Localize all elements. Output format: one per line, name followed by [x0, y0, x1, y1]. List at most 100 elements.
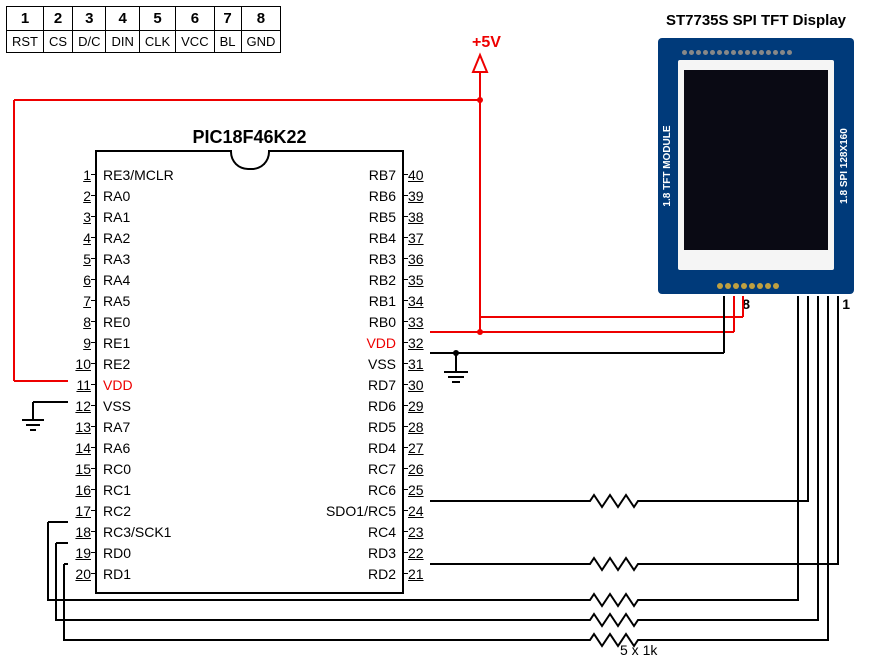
- pin-table-num: 3: [73, 7, 106, 31]
- pin-table-label: RST: [7, 31, 44, 53]
- pin-label: RB1: [363, 293, 402, 309]
- chip-notch: [230, 150, 270, 170]
- pin-label: RA5: [97, 293, 136, 309]
- chip-pin-left: 11VDD: [67, 374, 139, 395]
- chip-pin-left: 20 RD1: [67, 563, 137, 584]
- display-pin-8: 8: [742, 296, 750, 312]
- pin-label: RC3/SCK1: [97, 524, 177, 540]
- pin-label: RD5: [362, 419, 402, 435]
- pin-label: RA3: [97, 251, 136, 267]
- pin-number: 6: [67, 272, 91, 288]
- chip-pin-right: RB134: [363, 290, 432, 311]
- pin-number: 10: [67, 356, 91, 372]
- pin-label: RC0: [97, 461, 137, 477]
- pin-table-num: 4: [106, 7, 139, 31]
- pin-number: 13: [67, 419, 91, 435]
- pin-label: RD1: [97, 566, 137, 582]
- chip-title: PIC18F46K22: [192, 127, 306, 148]
- resistor-note: 5 x 1k: [620, 642, 657, 658]
- pin-label: RB3: [363, 251, 402, 267]
- pin-number: 33: [408, 314, 432, 330]
- pin-label: RE0: [97, 314, 136, 330]
- pin-label: RB2: [363, 272, 402, 288]
- chip-pin-left: 9RE1: [67, 332, 136, 353]
- pin-label: RC6: [362, 482, 402, 498]
- pin-number: 19: [67, 545, 91, 561]
- pin-number: 20: [67, 566, 91, 582]
- pin-table-label: DIN: [106, 31, 139, 53]
- pin-number: 18: [67, 524, 91, 540]
- pin-number: 39: [408, 188, 432, 204]
- pin-number: 5: [67, 251, 91, 267]
- chip-pin-left: 3RA1: [67, 206, 136, 227]
- chip-pin-right: RB538: [363, 206, 432, 227]
- pin-table-num: 1: [7, 7, 44, 31]
- chip-pin-right: RD528: [362, 416, 432, 437]
- pin-label: RD4: [362, 440, 402, 456]
- pin-label: RD3: [362, 545, 402, 561]
- pin-label: RC7: [362, 461, 402, 477]
- pin-number: 1: [67, 167, 91, 183]
- chip-pin-left: 19 RD0: [67, 542, 137, 563]
- pin-label: RC2: [97, 503, 137, 519]
- pin-label: RB5: [363, 209, 402, 225]
- pin-label: VDD: [360, 335, 402, 351]
- pin-table: 12345678 RSTCSD/CDINCLKVCCBLGND: [6, 6, 281, 53]
- chip-pin-right: RD629: [362, 395, 432, 416]
- pin-label: RC4: [362, 524, 402, 540]
- pin-number: 8: [67, 314, 91, 330]
- chip-pin-left: 12VSS: [67, 395, 137, 416]
- pin-number: 31: [408, 356, 432, 372]
- chip-pin-right: RB235: [363, 269, 432, 290]
- pin-number: 15: [67, 461, 91, 477]
- pin-label: RE2: [97, 356, 136, 372]
- pin-label: RB4: [363, 230, 402, 246]
- pin-number: 37: [408, 230, 432, 246]
- display-bezel: [678, 60, 834, 270]
- pin-number: 24: [408, 503, 432, 519]
- voltage-label: +5V: [472, 34, 501, 52]
- pin-number: 17: [67, 503, 91, 519]
- chip-pin-right: RB336: [363, 248, 432, 269]
- pin-label: RA0: [97, 188, 136, 204]
- pin-table-num: 5: [139, 7, 175, 31]
- pin-number: 16: [67, 482, 91, 498]
- pin-label: RA4: [97, 272, 136, 288]
- pin-number: 23: [408, 524, 432, 540]
- pin-table-num: 2: [44, 7, 73, 31]
- pin-label: RD0: [97, 545, 137, 561]
- pin-number: 25: [408, 482, 432, 498]
- pin-number: 2: [67, 188, 91, 204]
- pin-number: 4: [67, 230, 91, 246]
- pin-label: RA1: [97, 209, 136, 225]
- pin-table-label: VCC: [176, 31, 214, 53]
- pin-table-label: BL: [214, 31, 241, 53]
- chip-pin-left: 14RA6: [67, 437, 136, 458]
- chip-pin-right: RB033: [363, 311, 432, 332]
- chip-pin-right: RC7 26: [362, 458, 432, 479]
- pin-label: RA6: [97, 440, 136, 456]
- pin-label: VDD: [97, 377, 139, 393]
- chip-pin-right: RB639: [363, 185, 432, 206]
- display-screen: [684, 70, 828, 250]
- pin-table-num: 6: [176, 7, 214, 31]
- chip-pin-left: 1RE3/MCLR: [67, 164, 180, 185]
- chip-pin-left: 2 RA0: [67, 185, 136, 206]
- chip-pin-left: 8 RE0: [67, 311, 136, 332]
- chip-pin-right: RD322: [362, 542, 432, 563]
- pin-number: 30: [408, 377, 432, 393]
- chip-pin-left: 6 RA4: [67, 269, 136, 290]
- pin-label: SDO1/RC5: [320, 503, 402, 519]
- display-title: ST7735S SPI TFT Display: [666, 12, 846, 29]
- pin-number: 26: [408, 461, 432, 477]
- chip-pin-left: 18 RC3/SCK1: [67, 521, 177, 542]
- tft-display: ST7735S SPI TFT Display 1.8 TFT MODULE 1…: [658, 38, 854, 294]
- display-bottom-pins: [716, 276, 796, 288]
- chip-pin-left: 13RA7: [67, 416, 136, 437]
- chip-pin-right: VSS31: [362, 353, 432, 374]
- chip-pin-right: RD730: [362, 374, 432, 395]
- chip-pin-right: SDO1/RC5 24: [320, 500, 432, 521]
- pin-number: 9: [67, 335, 91, 351]
- pin-number: 21: [408, 566, 432, 582]
- chip-pin-left: 7RA5: [67, 290, 136, 311]
